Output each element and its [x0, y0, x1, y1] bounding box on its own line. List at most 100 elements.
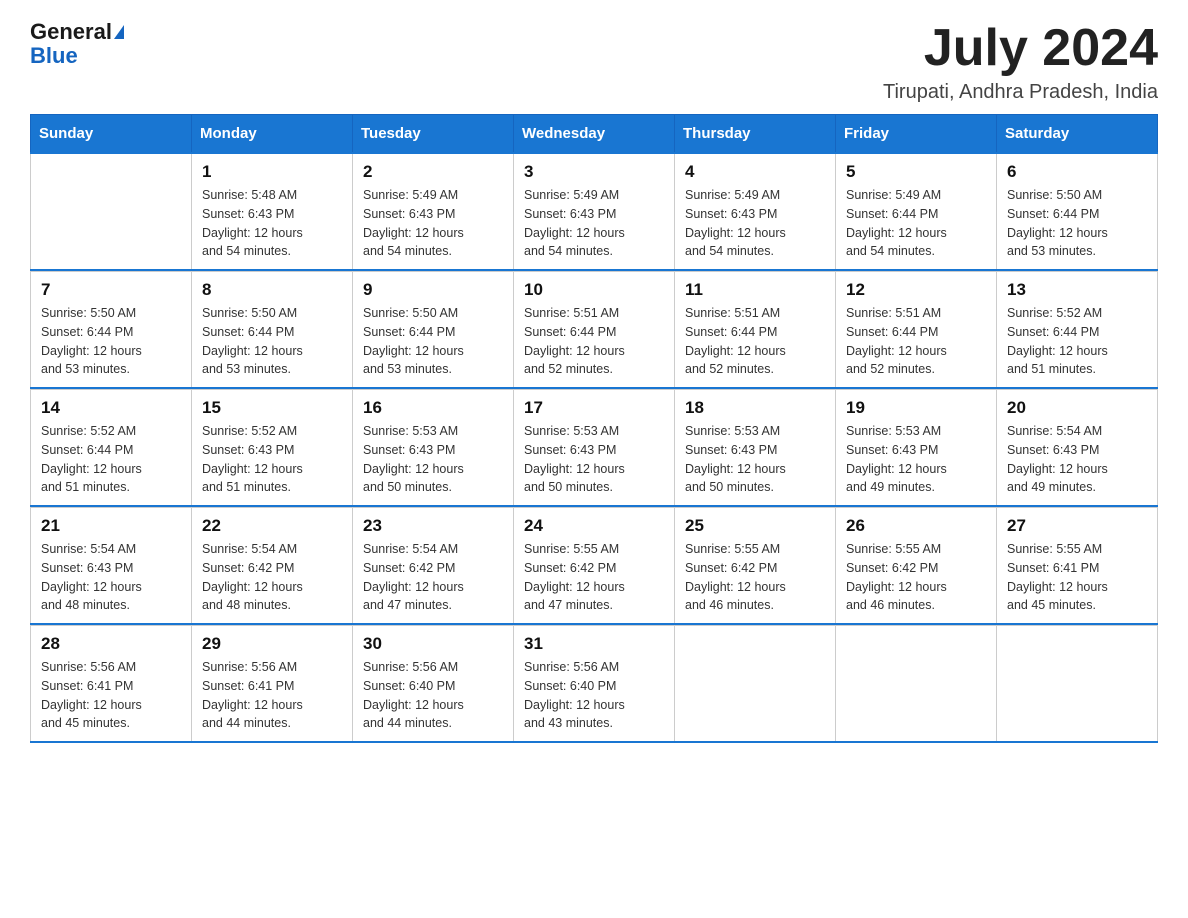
day-number: 16	[363, 398, 503, 418]
day-info: Sunrise: 5:53 AMSunset: 6:43 PMDaylight:…	[846, 422, 986, 497]
calendar-day-cell: 11 Sunrise: 5:51 AMSunset: 6:44 PMDayligh…	[675, 272, 836, 389]
calendar-day-cell: 10Sunrise: 5:51 AMSunset: 6:44 PMDayligh…	[514, 272, 675, 389]
day-info: Sunrise: 5:50 AMSunset: 6:44 PMDaylight:…	[363, 304, 503, 379]
calendar-day-cell: 12Sunrise: 5:51 AMSunset: 6:44 PMDayligh…	[836, 272, 997, 389]
calendar-week-row: 7 Sunrise: 5:50 AMSunset: 6:44 PMDaylight…	[31, 272, 1158, 389]
day-number: 22	[202, 516, 342, 536]
day-info: Sunrise: 5:54 AMSunset: 6:43 PMDaylight:…	[41, 540, 181, 615]
day-info: Sunrise: 5:49 AMSunset: 6:43 PMDaylight:…	[685, 186, 825, 261]
day-info: Sunrise: 5:55 AMSunset: 6:42 PMDaylight:…	[685, 540, 825, 615]
day-number: 1	[202, 162, 342, 182]
weekday-header: Tuesday	[353, 115, 514, 154]
day-info: Sunrise: 5:53 AMSunset: 6:43 PMDaylight:…	[363, 422, 503, 497]
calendar-day-cell: 14 Sunrise: 5:52 AMSunset: 6:44 PMDayligh…	[31, 390, 192, 507]
title-block: July 2024 Tirupati, Andhra Pradesh, Indi…	[883, 20, 1158, 104]
weekday-header: Thursday	[675, 115, 836, 154]
day-info: Sunrise: 5:49 AMSunset: 6:43 PMDaylight:…	[524, 186, 664, 261]
day-number: 27	[1007, 516, 1147, 536]
day-info: Sunrise: 5:55 AMSunset: 6:41 PMDaylight:…	[1007, 540, 1147, 615]
calendar-day-cell: 28Sunrise: 5:56 AMSunset: 6:41 PMDayligh…	[31, 626, 192, 743]
calendar-header-row: SundayMondayTuesdayWednesdayThursdayFrid…	[31, 115, 1158, 154]
weekday-header: Sunday	[31, 115, 192, 154]
calendar-day-cell: 7 Sunrise: 5:50 AMSunset: 6:44 PMDaylight…	[31, 272, 192, 389]
day-info: Sunrise: 5:54 AMSunset: 6:42 PMDaylight:…	[363, 540, 503, 615]
logo: General Blue	[30, 20, 124, 68]
day-number: 8	[202, 280, 342, 300]
day-info: Sunrise: 5:54 AMSunset: 6:42 PMDaylight:…	[202, 540, 342, 615]
location-title: Tirupati, Andhra Pradesh, India	[883, 81, 1158, 104]
day-info: Sunrise: 5:55 AMSunset: 6:42 PMDaylight:…	[846, 540, 986, 615]
calendar-day-cell: 2 Sunrise: 5:49 AMSunset: 6:43 PMDaylight…	[353, 153, 514, 270]
day-number: 30	[363, 634, 503, 654]
calendar-day-cell: 16 Sunrise: 5:53 AMSunset: 6:43 PMDayligh…	[353, 390, 514, 507]
month-title: July 2024	[883, 20, 1158, 77]
day-number: 23	[363, 516, 503, 536]
day-info: Sunrise: 5:50 AMSunset: 6:44 PMDaylight:…	[41, 304, 181, 379]
day-number: 31	[524, 634, 664, 654]
calendar-day-cell: 31 Sunrise: 5:56 AMSunset: 6:40 PMDayligh…	[514, 626, 675, 743]
day-number: 7	[41, 280, 181, 300]
calendar-day-cell: 27 Sunrise: 5:55 AMSunset: 6:41 PMDayligh…	[997, 508, 1158, 625]
day-info: Sunrise: 5:54 AMSunset: 6:43 PMDaylight:…	[1007, 422, 1147, 497]
day-info: Sunrise: 5:51 AMSunset: 6:44 PMDaylight:…	[524, 304, 664, 379]
calendar-day-cell: 15 Sunrise: 5:52 AMSunset: 6:43 PMDayligh…	[192, 390, 353, 507]
calendar-day-cell: 30 Sunrise: 5:56 AMSunset: 6:40 PMDayligh…	[353, 626, 514, 743]
calendar-day-cell: 29 Sunrise: 5:56 AMSunset: 6:41 PMDayligh…	[192, 626, 353, 743]
calendar-day-cell	[836, 626, 997, 743]
day-info: Sunrise: 5:52 AMSunset: 6:44 PMDaylight:…	[1007, 304, 1147, 379]
calendar-day-cell: 3Sunrise: 5:49 AMSunset: 6:43 PMDaylight…	[514, 153, 675, 270]
calendar-day-cell: 20 Sunrise: 5:54 AMSunset: 6:43 PMDayligh…	[997, 390, 1158, 507]
weekday-header: Monday	[192, 115, 353, 154]
day-number: 15	[202, 398, 342, 418]
day-number: 26	[846, 516, 986, 536]
day-number: 29	[202, 634, 342, 654]
day-info: Sunrise: 5:56 AMSunset: 6:40 PMDaylight:…	[524, 658, 664, 733]
day-info: Sunrise: 5:53 AMSunset: 6:43 PMDaylight:…	[685, 422, 825, 497]
calendar-day-cell: 24 Sunrise: 5:55 AMSunset: 6:42 PMDayligh…	[514, 508, 675, 625]
day-number: 11	[685, 280, 825, 300]
calendar-day-cell	[997, 626, 1158, 743]
calendar-day-cell: 22 Sunrise: 5:54 AMSunset: 6:42 PMDayligh…	[192, 508, 353, 625]
calendar-day-cell: 21 Sunrise: 5:54 AMSunset: 6:43 PMDayligh…	[31, 508, 192, 625]
calendar-week-row: 28Sunrise: 5:56 AMSunset: 6:41 PMDayligh…	[31, 626, 1158, 743]
day-number: 13	[1007, 280, 1147, 300]
weekday-header: Friday	[836, 115, 997, 154]
day-info: Sunrise: 5:51 AMSunset: 6:44 PMDaylight:…	[846, 304, 986, 379]
calendar-day-cell: 25 Sunrise: 5:55 AMSunset: 6:42 PMDayligh…	[675, 508, 836, 625]
day-number: 9	[363, 280, 503, 300]
day-number: 2	[363, 162, 503, 182]
day-number: 14	[41, 398, 181, 418]
calendar-day-cell	[31, 153, 192, 270]
calendar-day-cell: 9 Sunrise: 5:50 AMSunset: 6:44 PMDaylight…	[353, 272, 514, 389]
logo-triangle-icon	[114, 25, 124, 39]
day-info: Sunrise: 5:49 AMSunset: 6:44 PMDaylight:…	[846, 186, 986, 261]
day-number: 17	[524, 398, 664, 418]
day-info: Sunrise: 5:56 AMSunset: 6:40 PMDaylight:…	[363, 658, 503, 733]
calendar-day-cell: 6Sunrise: 5:50 AMSunset: 6:44 PMDaylight…	[997, 153, 1158, 270]
weekday-header: Saturday	[997, 115, 1158, 154]
day-info: Sunrise: 5:52 AMSunset: 6:43 PMDaylight:…	[202, 422, 342, 497]
day-number: 4	[685, 162, 825, 182]
calendar-week-row: 21 Sunrise: 5:54 AMSunset: 6:43 PMDayligh…	[31, 508, 1158, 625]
calendar-day-cell: 26 Sunrise: 5:55 AMSunset: 6:42 PMDayligh…	[836, 508, 997, 625]
day-number: 5	[846, 162, 986, 182]
day-info: Sunrise: 5:51 AMSunset: 6:44 PMDaylight:…	[685, 304, 825, 379]
calendar-day-cell: 13 Sunrise: 5:52 AMSunset: 6:44 PMDayligh…	[997, 272, 1158, 389]
day-info: Sunrise: 5:55 AMSunset: 6:42 PMDaylight:…	[524, 540, 664, 615]
day-number: 25	[685, 516, 825, 536]
calendar-day-cell: 17Sunrise: 5:53 AMSunset: 6:43 PMDayligh…	[514, 390, 675, 507]
day-number: 24	[524, 516, 664, 536]
calendar-day-cell	[675, 626, 836, 743]
day-info: Sunrise: 5:48 AMSunset: 6:43 PMDaylight:…	[202, 186, 342, 261]
day-info: Sunrise: 5:50 AMSunset: 6:44 PMDaylight:…	[202, 304, 342, 379]
logo-blue-text: Blue	[30, 44, 78, 68]
calendar-day-cell: 18Sunrise: 5:53 AMSunset: 6:43 PMDayligh…	[675, 390, 836, 507]
logo-general-text: General	[30, 20, 112, 44]
day-info: Sunrise: 5:49 AMSunset: 6:43 PMDaylight:…	[363, 186, 503, 261]
day-info: Sunrise: 5:52 AMSunset: 6:44 PMDaylight:…	[41, 422, 181, 497]
day-info: Sunrise: 5:56 AMSunset: 6:41 PMDaylight:…	[202, 658, 342, 733]
weekday-header: Wednesday	[514, 115, 675, 154]
day-number: 21	[41, 516, 181, 536]
day-number: 20	[1007, 398, 1147, 418]
day-info: Sunrise: 5:56 AMSunset: 6:41 PMDaylight:…	[41, 658, 181, 733]
